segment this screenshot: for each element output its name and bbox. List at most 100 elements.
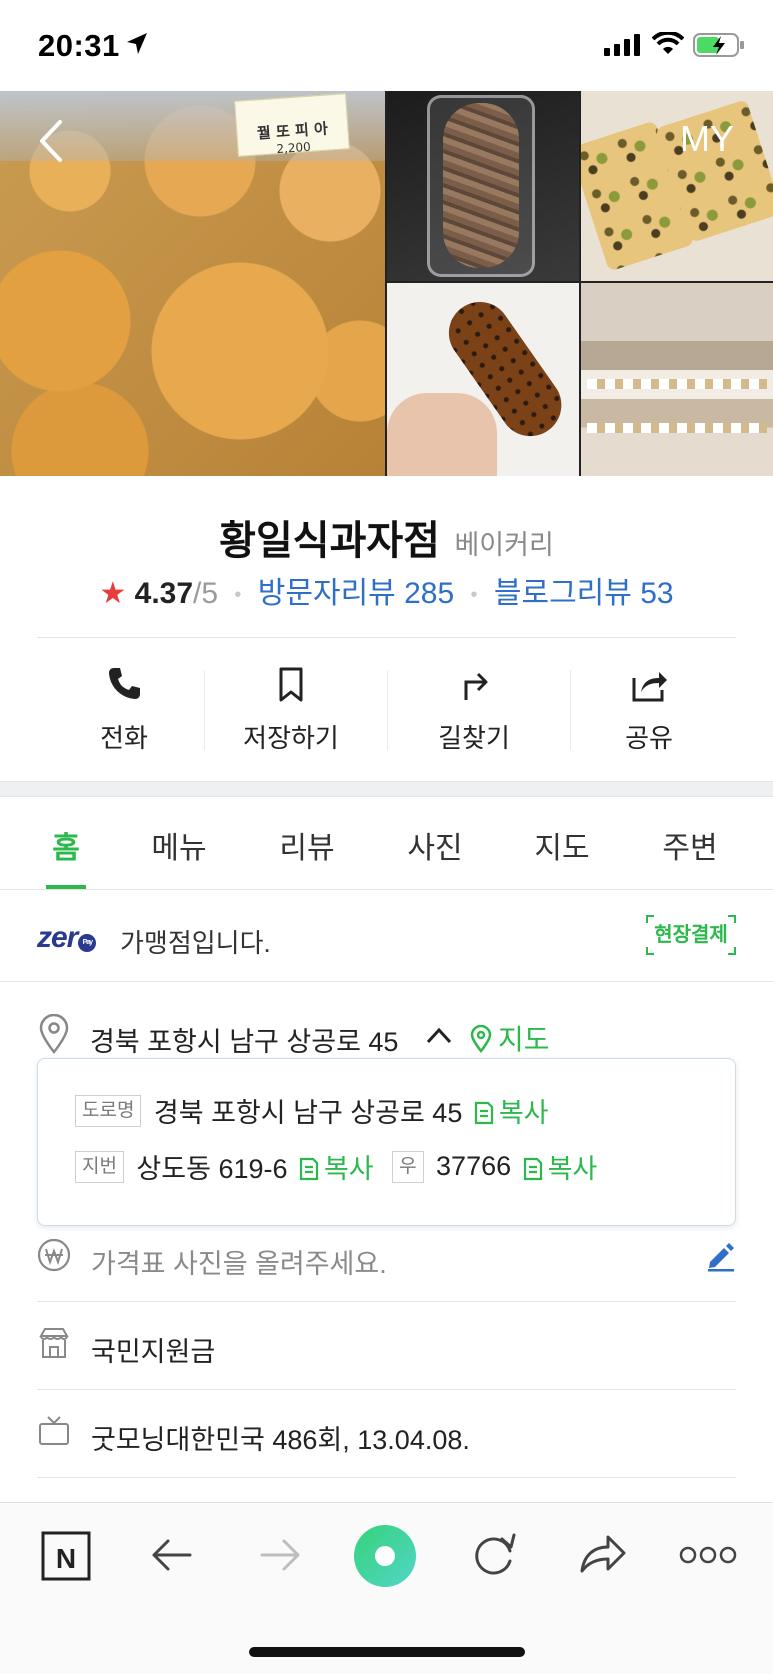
tab-nearby[interactable]: 주변	[645, 823, 735, 867]
zip-value: 37766	[436, 1151, 512, 1181]
tab-map[interactable]: 지도	[517, 823, 607, 867]
zeropay-logo-text: zer	[37, 921, 78, 954]
star-icon: ★	[99, 577, 127, 610]
call-button[interactable]: 전화	[37, 660, 211, 760]
copy-lot-address-button[interactable]: 복사	[298, 1154, 374, 1184]
rating-max: /5	[193, 577, 219, 610]
tv-appearance-row[interactable]: 굿모닝대한민국 486회, 13.04.08.	[37, 1390, 736, 1478]
copy-zip-button[interactable]: 복사	[522, 1154, 598, 1184]
my-button[interactable]: MY	[680, 118, 734, 160]
won-icon	[37, 1238, 71, 1272]
share-button[interactable]: 공유	[562, 660, 736, 760]
status-time: 20:31	[38, 28, 120, 63]
pencil-icon[interactable]	[704, 1240, 736, 1272]
road-address-line: 도로명 경북 포항시 남구 상공로 45 복사	[75, 1091, 549, 1131]
support-fund-row[interactable]: 국민지원금	[37, 1302, 736, 1390]
place-name: 황일식과자점	[219, 519, 440, 563]
rating-value: 4.37	[134, 577, 194, 610]
copy-icon	[474, 1101, 493, 1125]
map-pin-icon	[470, 1024, 492, 1053]
status-bar: 20:31	[0, 0, 773, 90]
directions-icon	[464, 672, 488, 700]
zip-tag: 우	[392, 1150, 424, 1183]
copy-icon	[523, 1157, 542, 1181]
photo-gallery[interactable]: 꿜 또 피 아 2,200	[0, 91, 773, 476]
tab-home[interactable]: 홈	[21, 823, 111, 867]
copy-road-address-button[interactable]: 복사	[473, 1098, 549, 1128]
badge-corner	[646, 915, 654, 923]
place-title-row: 황일식과자점 베이커리	[0, 508, 773, 566]
zeropay-logo: zer Pay	[37, 921, 97, 955]
home-indicator[interactable]	[249, 1647, 525, 1657]
location-pin-icon	[39, 1014, 69, 1054]
directions-button[interactable]: 길찾기	[387, 660, 561, 760]
onsite-payment-label: 현장결제	[654, 924, 728, 946]
copy-label: 복사	[547, 1154, 598, 1184]
visitor-reviews-link[interactable]: 방문자리뷰 285	[258, 577, 454, 610]
copy-label: 복사	[323, 1154, 374, 1184]
price-photo-row[interactable]: 가격표 사진을 올려주세요.	[37, 1214, 736, 1302]
section-band	[0, 781, 773, 797]
road-address-value: 경북 포항시 남구 상공로 45	[153, 1098, 463, 1128]
onsite-payment-badge[interactable]: 현장결제	[646, 915, 736, 955]
zeropay-text: 가맹점입니다.	[120, 928, 271, 958]
hand	[387, 393, 497, 476]
badge-corner	[728, 947, 736, 955]
tab-review[interactable]: 리뷰	[262, 823, 352, 867]
wifi-icon	[652, 32, 684, 54]
store-shelf	[587, 423, 767, 433]
badge-corner	[728, 915, 736, 923]
naver-n-label: N	[56, 1543, 76, 1574]
store-icon	[39, 1328, 69, 1358]
save-label: 저장하기	[243, 723, 339, 753]
lot-address-value: 상도동 619-6	[136, 1154, 288, 1184]
forward-arrow-icon[interactable]	[250, 1525, 310, 1585]
price-tag: 꿜 또 피 아 2,200	[234, 93, 350, 157]
directions-label: 길찾기	[438, 723, 510, 753]
lot-address-line: 지번 상도동 619-6 복사 우 37766 복사	[75, 1147, 597, 1187]
naver-home-button[interactable]: N	[37, 1525, 97, 1585]
address-detail-box: 도로명 경북 포항시 남구 상공로 45 복사 지번 상도동 619-6 복사 …	[37, 1058, 736, 1226]
refresh-icon[interactable]	[464, 1525, 524, 1585]
more-options-icon[interactable]	[678, 1525, 738, 1585]
photo-sausage-bread[interactable]	[387, 283, 579, 476]
share-icon	[632, 672, 667, 702]
location-arrow-icon	[127, 33, 147, 54]
back-arrow-icon[interactable]	[142, 1525, 202, 1585]
separator-dot: •	[234, 583, 242, 606]
road-address-tag: 도로명	[75, 1094, 142, 1127]
copy-icon	[299, 1157, 319, 1181]
address-row[interactable]: 경북 포항시 남구 상공로 45 지도	[0, 1010, 773, 1060]
address-main: 경북 포항시 남구 상공로 45	[90, 1027, 399, 1057]
call-label: 전화	[100, 723, 148, 753]
blog-reviews-link[interactable]: 블로그리뷰 53	[494, 577, 674, 610]
copy-label: 복사	[498, 1098, 549, 1128]
separator-dot: •	[470, 583, 478, 606]
zeropay-logo-pay: Pay	[78, 934, 97, 952]
tab-menu[interactable]: 메뉴	[134, 823, 224, 867]
badge-corner	[646, 947, 654, 955]
back-arrow-icon[interactable]	[36, 118, 66, 164]
bread-bag	[427, 95, 535, 277]
map-link-label: 지도	[498, 1024, 550, 1055]
tab-photo[interactable]: 사진	[390, 823, 480, 867]
bookmark-icon	[279, 667, 303, 702]
active-tab-indicator	[46, 885, 86, 889]
map-link[interactable]: 지도	[470, 1018, 550, 1058]
store-shelf	[587, 379, 767, 389]
green-dot-button[interactable]	[352, 1523, 418, 1589]
browser-toolbar: N	[0, 1502, 773, 1674]
save-button[interactable]: 저장하기	[204, 660, 378, 760]
photo-store-interior[interactable]	[581, 283, 773, 476]
divider	[37, 637, 736, 638]
chevron-up-icon[interactable]	[426, 1026, 452, 1044]
cellular-signal-icon	[604, 34, 640, 56]
rating-row: ★ 4.37/5 • 방문자리뷰 285 • 블로그리뷰 53	[0, 568, 773, 612]
share-arrow-icon[interactable]	[572, 1525, 632, 1585]
support-fund-text: 국민지원금	[91, 1337, 216, 1367]
zeropay-row: zer Pay 가맹점입니다. 현장결제	[0, 891, 773, 982]
photo-bagged-bread[interactable]	[387, 91, 579, 281]
price-photo-placeholder: 가격표 사진을 올려주세요.	[91, 1249, 387, 1279]
share-label: 공유	[625, 723, 673, 753]
photo-tray-pizza[interactable]	[581, 91, 773, 281]
